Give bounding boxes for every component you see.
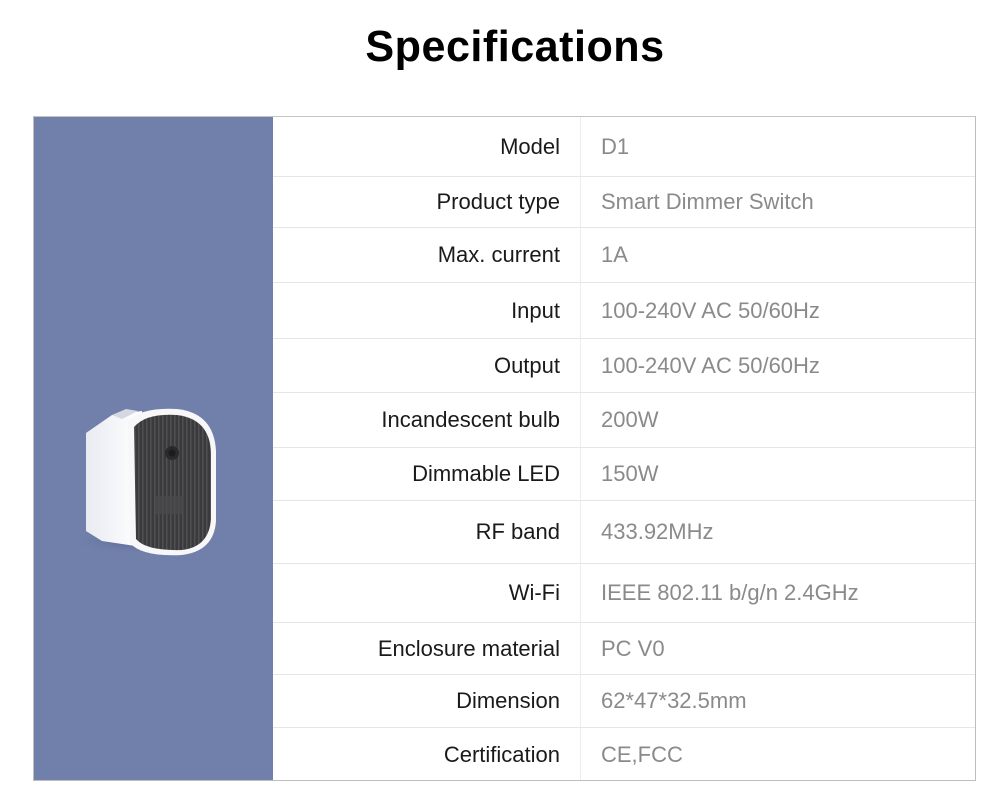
page-title: Specifications	[365, 22, 665, 71]
spec-value: 100-240V AC 50/60Hz	[601, 352, 820, 378]
spec-value: 433.92MHz	[601, 519, 714, 544]
spec-value: 1A	[601, 242, 628, 267]
product-image-panel	[34, 117, 273, 780]
spec-label: Product type	[436, 189, 560, 214]
spec-value: Smart Dimmer Switch	[601, 189, 814, 214]
spec-label: RF band	[475, 519, 560, 544]
spec-value: 62*47*32.5mm	[601, 688, 747, 713]
spec-row-rf-band: RF band 433.92MHz	[273, 501, 975, 564]
spec-value: 100-240V AC 50/60Hz	[601, 297, 820, 323]
spec-label: Incandescent bulb	[381, 407, 560, 432]
spec-label: Model	[500, 133, 560, 159]
spec-label: Wi-Fi	[508, 580, 560, 605]
spec-row-certification: Certification CE,FCC	[273, 728, 975, 781]
spec-row-enclosure-material: Enclosure material PC V0	[273, 623, 975, 675]
spec-row-incandescent-bulb: Incandescent bulb 200W	[273, 393, 975, 448]
spec-value: 200W	[601, 407, 659, 432]
spec-label: Dimmable LED	[412, 461, 560, 486]
dimmer-switch-device-image	[82, 408, 216, 556]
spec-value: PC V0	[601, 635, 665, 661]
spec-row-wifi: Wi-Fi IEEE 802.11 b/g/n 2.4GHz	[273, 564, 975, 623]
specifications-panel: Model D1 Product type Smart Dimmer Switc…	[33, 116, 976, 781]
spec-row-dimmable-led: Dimmable LED 150W	[273, 448, 975, 501]
spec-value: D1	[601, 133, 630, 159]
spec-table: Model D1 Product type Smart Dimmer Switc…	[273, 117, 975, 780]
spec-label: Certification	[443, 741, 560, 767]
spec-row-output: Output 100-240V AC 50/60Hz	[273, 339, 975, 393]
spec-label: Output	[493, 352, 560, 378]
spec-label: Enclosure material	[377, 635, 560, 661]
spec-row-max-current: Max. current 1A	[273, 228, 975, 283]
spec-row-product-type: Product type Smart Dimmer Switch	[273, 177, 975, 228]
spec-label: Input	[511, 297, 560, 323]
spec-value: CE,FCC	[601, 741, 683, 767]
spec-label: Dimension	[456, 688, 560, 713]
spec-row-model: Model D1	[273, 117, 975, 177]
spec-row-input: Input 100-240V AC 50/60Hz	[273, 283, 975, 339]
spec-value: IEEE 802.11 b/g/n 2.4GHz	[601, 580, 859, 605]
spec-value: 150W	[601, 461, 659, 486]
spec-row-dimension: Dimension 62*47*32.5mm	[273, 675, 975, 728]
ribbed-face	[134, 414, 211, 551]
spec-label: Max. current	[437, 242, 560, 267]
